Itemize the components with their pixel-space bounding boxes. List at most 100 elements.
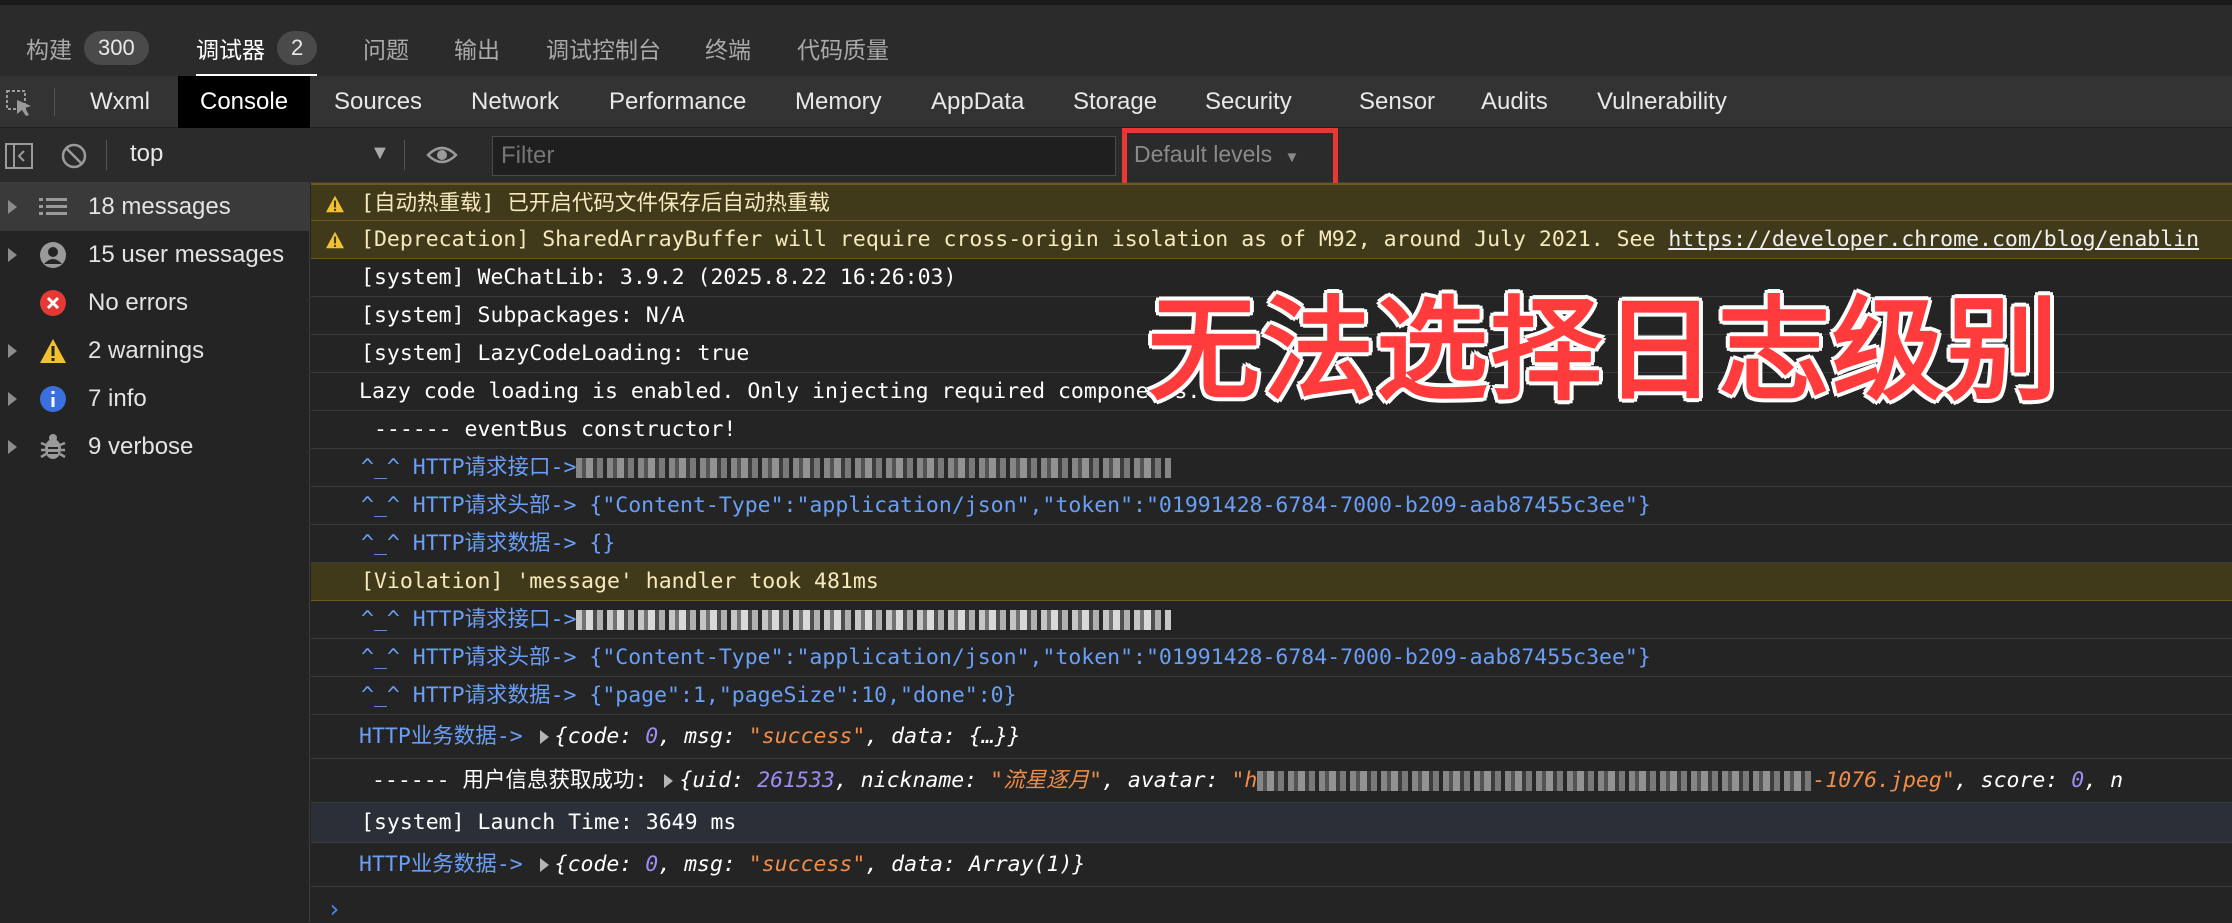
list-icon — [38, 192, 68, 222]
console-message[interactable]: ^_^ HTTP请求接口-> — [311, 601, 2232, 639]
tab-terminal-label: 终端 — [705, 37, 751, 63]
tab-storage[interactable]: Storage — [1073, 76, 1157, 128]
log-levels-dropdown[interactable]: Default levels ▼ — [1134, 141, 1299, 168]
message-text: ^_^ HTTP请求数据-> {"page":1,"pageSize":10,"… — [361, 683, 1017, 708]
tab-code-quality[interactable]: 代码质量 — [797, 25, 889, 71]
tab-build[interactable]: 构建 300 — [26, 25, 149, 71]
warning-icon — [325, 221, 345, 258]
redacted-url — [576, 610, 1172, 630]
tab-sensor[interactable]: Sensor — [1359, 76, 1435, 128]
expand-arrow-icon[interactable] — [8, 200, 17, 214]
sidebar-item-label: 7 info — [88, 385, 147, 412]
console-message[interactable]: ^_^ HTTP请求数据-> {} — [311, 525, 2232, 563]
console-message[interactable]: ^_^ HTTP请求头部-> {"Content-Type":"applicat… — [311, 639, 2232, 677]
context-dropdown-arrow-icon[interactable]: ▼ — [370, 142, 390, 165]
tab-output[interactable]: 输出 — [454, 25, 500, 71]
tab-appdata[interactable]: AppData — [931, 76, 1024, 128]
toolbar-divider — [404, 140, 405, 170]
console-message-violation[interactable]: [Violation] 'message' handler took 481ms — [311, 563, 2232, 601]
redacted-url — [576, 458, 1172, 478]
sidebar-item-label: 15 user messages — [88, 241, 285, 268]
tab-build-label: 构建 — [26, 37, 72, 63]
object-part: , nickname: — [834, 768, 991, 793]
object-preview[interactable]: {code: 0, msg: "success", data: Array(1)… — [555, 852, 1086, 877]
message-text: [system] Subpackages: N/A — [361, 303, 685, 328]
sidebar-item-label: No errors — [88, 289, 189, 316]
annotation-overlay-text: 无法选择日志级别 — [1148, 286, 2060, 416]
sidebar-item-warnings[interactable]: 2 warnings — [0, 327, 310, 375]
expand-object-icon[interactable] — [539, 730, 549, 744]
console-message[interactable]: [system] Launch Time: 3649 ms — [311, 803, 2232, 843]
message-text: ------ 用户信息获取成功: {uid: 261533, nickname:… — [359, 759, 2123, 802]
sidebar-item-user-messages[interactable]: 15 user messages — [0, 231, 310, 279]
console-message[interactable]: HTTP业务数据-> {code: 0, msg: "success", dat… — [311, 843, 2232, 887]
live-expression-eye-icon[interactable] — [426, 144, 458, 166]
console-message[interactable]: ^_^ HTTP请求接口-> — [311, 449, 2232, 487]
sidebar-item-errors[interactable]: No errors — [0, 279, 310, 327]
tab-terminal[interactable]: 终端 — [705, 25, 751, 71]
tab-debug-console-label: 调试控制台 — [546, 37, 661, 63]
tab-console[interactable]: Console — [178, 76, 311, 128]
object-preview[interactable]: {uid: 261533, nickname: "流星逐月", avatar: … — [679, 768, 2123, 793]
message-text: [Deprecation] SharedArrayBuffer will req… — [361, 221, 2199, 258]
object-part: , data: Array(1)} — [865, 852, 1086, 877]
tab-debug-console[interactable]: 调试控制台 — [546, 25, 661, 71]
message-text: [system] Launch Time: 3649 ms — [361, 810, 737, 835]
message-text: Lazy code loading is enabled. Only injec… — [359, 379, 1201, 404]
tab-sources[interactable]: Sources — [334, 76, 422, 128]
context-selector[interactable]: top — [130, 140, 163, 168]
tab-security[interactable]: Security — [1205, 76, 1292, 128]
message-text-part: [Deprecation] SharedArrayBuffer will req… — [361, 227, 1669, 252]
log-levels-label: Default levels — [1134, 141, 1273, 167]
tab-problems[interactable]: 问题 — [363, 25, 409, 71]
object-part: , avatar: — [1102, 768, 1232, 793]
tab-vulnerability[interactable]: Vulnerability — [1597, 76, 1727, 128]
message-text: ^_^ HTTP请求接口-> — [361, 449, 1172, 486]
object-part: , msg: — [658, 852, 749, 877]
console-message[interactable]: HTTP业务数据-> {code: 0, msg: "success", dat… — [311, 715, 2232, 759]
message-prefix: ------ 用户信息获取成功: — [359, 768, 661, 793]
tab-audits[interactable]: Audits — [1481, 76, 1548, 128]
build-count-badge: 300 — [84, 31, 149, 65]
object-part: 0 — [645, 852, 659, 877]
tab-network[interactable]: Network — [471, 76, 559, 128]
object-preview[interactable]: {code: 0, msg: "success", data: {…}} — [555, 724, 1021, 749]
console-message-warning[interactable]: [Deprecation] SharedArrayBuffer will req… — [311, 221, 2232, 259]
tab-memory[interactable]: Memory — [795, 76, 882, 128]
sidebar-item-messages[interactable]: 18 messages — [0, 183, 310, 231]
toolbar-divider — [106, 140, 107, 170]
sidebar-item-verbose[interactable]: 9 verbose — [0, 423, 310, 471]
expand-arrow-icon[interactable] — [8, 344, 17, 358]
filter-input[interactable] — [492, 136, 1116, 176]
expand-arrow-icon[interactable] — [8, 248, 17, 262]
console-message[interactable]: ------ 用户信息获取成功: {uid: 261533, nickname:… — [311, 759, 2232, 803]
expand-arrow-icon[interactable] — [8, 392, 17, 406]
inspect-element-icon[interactable] — [4, 88, 34, 118]
deprecation-link[interactable]: https://developer.chrome.com/blog/enabli… — [1668, 227, 2199, 252]
console-message[interactable]: ^_^ HTTP请求头部-> {"Content-Type":"applicat… — [311, 487, 2232, 525]
tab-debugger[interactable]: 调试器 2 — [196, 25, 318, 77]
console-message[interactable]: ^_^ HTTP请求数据-> {"page":1,"pageSize":10,"… — [311, 677, 2232, 715]
sidebar-item-label: 9 verbose — [88, 433, 194, 460]
expand-object-icon[interactable] — [664, 774, 674, 788]
message-text-part: ^_^ HTTP请求接口-> — [361, 607, 577, 632]
object-part: -1076.jpeg" — [1812, 768, 1955, 793]
message-prefix: HTTP业务数据-> — [359, 724, 523, 749]
console-toolbar: top ▼ Default levels ▼ — [0, 128, 2232, 188]
object-part: 0 — [645, 724, 659, 749]
console-message-warning[interactable]: [自动热重载] 已开启代码文件保存后自动热重载 — [311, 183, 2232, 221]
message-text: ^_^ HTTP请求接口-> — [361, 601, 1172, 638]
object-part: 0 — [2071, 768, 2085, 793]
expand-arrow-icon[interactable] — [8, 440, 17, 454]
tab-wxml[interactable]: Wxml — [90, 76, 150, 128]
tab-performance[interactable]: Performance — [609, 76, 746, 128]
error-icon — [38, 288, 68, 318]
message-text: ------ eventBus constructor! — [361, 417, 737, 442]
console-prompt-icon[interactable]: › — [327, 895, 341, 923]
object-part: , msg: — [658, 724, 749, 749]
warning-icon — [325, 185, 345, 220]
sidebar-toggle-icon[interactable] — [4, 142, 34, 170]
sidebar-item-info[interactable]: 7 info — [0, 375, 310, 423]
expand-object-icon[interactable] — [539, 858, 549, 872]
clear-console-icon[interactable] — [60, 142, 88, 170]
